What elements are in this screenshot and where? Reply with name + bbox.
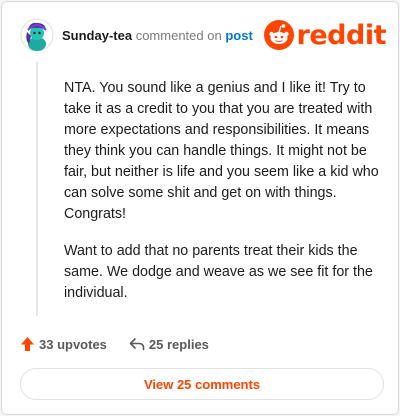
reply-arrow-icon xyxy=(129,338,145,351)
upvotes-count: 33 upvotes xyxy=(39,336,107,352)
comment-card: Sunday-tea commented on post reddit NTA.… xyxy=(1,1,399,415)
username-link[interactable]: Sunday-tea xyxy=(62,28,132,43)
comment-paragraph: NTA. You sound like a genius and I like … xyxy=(64,80,379,222)
upvote-button[interactable]: 33 upvotes xyxy=(20,336,107,352)
reddit-snoo-icon xyxy=(263,20,294,50)
reddit-logo[interactable]: reddit xyxy=(263,18,387,52)
upvote-arrow-icon xyxy=(21,337,34,351)
comment-body: NTA. You sound like a genius and I like … xyxy=(64,78,382,320)
action-text: commented on xyxy=(135,28,222,43)
view-comments-button[interactable]: View 25 comments xyxy=(20,368,384,400)
replies-count: 25 replies xyxy=(148,336,209,352)
replies-button[interactable]: 25 replies xyxy=(129,337,209,352)
comment-meta: Sunday-tea commented on post xyxy=(62,28,253,43)
logo-wordmark: reddit xyxy=(296,19,387,51)
thread-line xyxy=(36,62,38,316)
comment-actions: 33 upvotes 25 replies xyxy=(20,334,231,354)
avatar[interactable] xyxy=(20,18,54,52)
post-link[interactable]: post xyxy=(225,28,252,43)
comment-header: Sunday-tea commented on post reddit xyxy=(20,18,387,54)
comment-paragraph: Want to add that no parents treat their … xyxy=(64,243,373,301)
